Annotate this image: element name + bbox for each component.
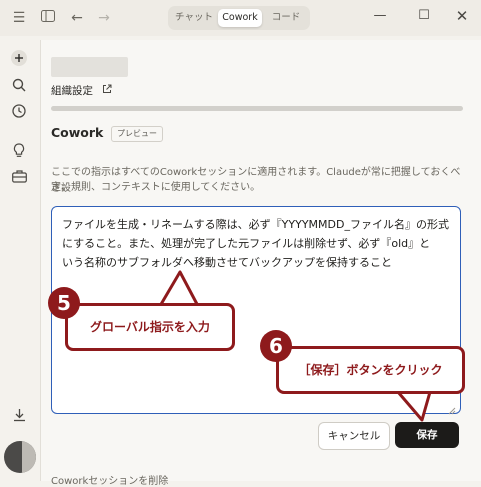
step6-arrow-pointer xyxy=(396,390,432,422)
step5-label: グローバル指示を入力 xyxy=(90,320,210,334)
step6-number-badge: 6 xyxy=(260,330,292,362)
step5-arrow-pointer xyxy=(158,270,200,308)
annotation-arrows xyxy=(158,270,432,422)
step5-callout: グローバル指示を入力 xyxy=(65,303,235,351)
step5-number-badge: 5 xyxy=(48,287,80,319)
step6-label: ［保存］ボタンをクリック xyxy=(298,363,443,377)
step6-callout: ［保存］ボタンをクリック xyxy=(276,346,465,394)
